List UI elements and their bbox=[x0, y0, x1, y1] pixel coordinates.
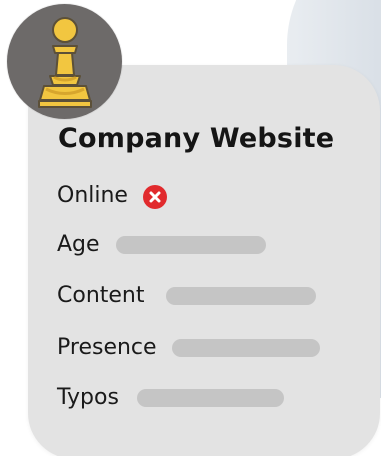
typos-placeholder-bar bbox=[136, 389, 284, 407]
avatar bbox=[7, 4, 122, 119]
age-placeholder-bar bbox=[115, 236, 266, 254]
content-label: Content bbox=[57, 283, 145, 308]
presence-label: Presence bbox=[57, 335, 157, 360]
age-label: Age bbox=[57, 232, 100, 257]
card-title: Company Website bbox=[58, 123, 335, 154]
chess-pawn-icon bbox=[37, 16, 92, 108]
online-row: Online bbox=[57, 181, 167, 211]
age-row: Age bbox=[57, 230, 266, 260]
content-row: Content bbox=[57, 281, 316, 311]
close-icon bbox=[142, 185, 167, 209]
content-placeholder-bar bbox=[165, 287, 316, 305]
company-website-card-scene: Company Website Online Age Content Prese… bbox=[0, 0, 381, 456]
typos-label: Typos bbox=[57, 385, 119, 410]
presence-row: Presence bbox=[57, 333, 320, 363]
typos-row: Typos bbox=[57, 383, 284, 413]
online-label: Online bbox=[57, 183, 128, 208]
presence-placeholder-bar bbox=[171, 339, 320, 357]
